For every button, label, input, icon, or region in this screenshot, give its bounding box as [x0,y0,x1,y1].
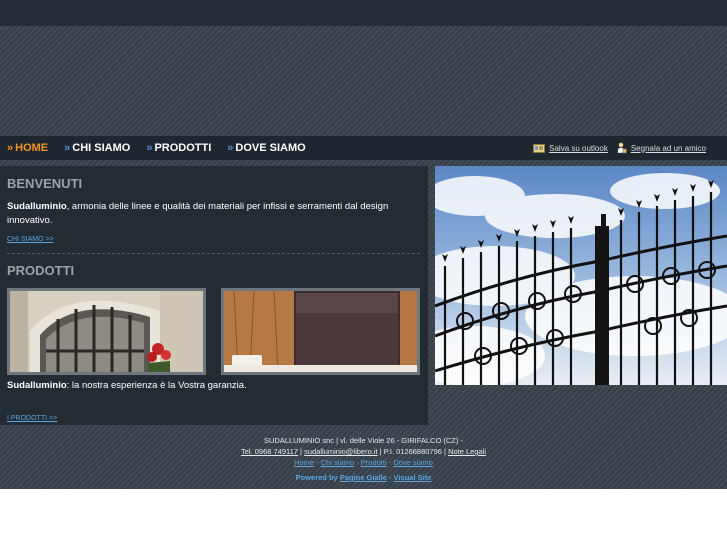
products-heading: PRODOTTI [7,263,75,278]
tell-friend-icon [616,142,627,154]
footer-contacts: Tel. 0968 749117 | sudalluminio@libero.i… [0,446,727,457]
main-navigation: » HOME » CHI SIAMO » PRODOTTI » DOVE SIA… [0,136,727,160]
nav-item-home[interactable]: » HOME [7,142,48,154]
prodotti-link[interactable]: I PRODOTTI >> [7,415,57,422]
nav-arrow-icon: » [64,142,71,154]
window-photo [10,291,203,372]
powered-by: Powered by Pagine Gialle - Visual Site [0,472,727,483]
site-footer: SUDALLUMINIO snc | vl. delle Viole 26 - … [0,432,727,489]
footer-company: SUDALLUMINIO snc | vl. delle Viole 26 - … [264,436,463,445]
top-bar [0,0,727,26]
nav-label: HOME [15,142,49,154]
nav-item-dove-siamo[interactable]: » DOVE SIAMO [227,142,305,154]
footer-link-dove-siamo[interactable]: Dove siamo [393,458,433,467]
chi-siamo-link[interactable]: CHI SIAMO >> [7,236,54,243]
content-panel: BENVENUTI Sudalluminio, armonia delle li… [0,166,428,425]
tell-friend-label: Segnala ad un amico [630,143,706,153]
website-frame: » HOME » CHI SIAMO » PRODOTTI » DOVE SIA… [0,0,727,489]
nav-label: PRODOTTI [154,142,212,154]
nav-arrow-icon: » [146,142,153,154]
visual-site-link[interactable]: Visual Site [394,473,432,482]
welcome-heading: BENVENUTI [7,176,83,191]
save-outlook-link[interactable]: Salva su outlook [533,143,608,153]
nav-label: DOVE SIAMO [235,142,306,154]
nav-item-prodotti[interactable]: » PRODOTTI [146,142,211,154]
footer-phone-link[interactable]: Tel. 0968 749117 [241,447,298,456]
footer-link-separator: - [354,458,361,467]
footer-link-chi-siamo[interactable]: Chi siamo [321,458,354,467]
footer-link-home[interactable]: Home [294,458,314,467]
powered-separator: - [386,473,394,482]
pagine-gialle-link[interactable]: Pagine Gialle [340,473,387,482]
nav-label: CHI SIAMO [72,142,131,154]
nav-arrow-icon: » [7,142,14,154]
footer-links: Home - Chi siamo - Prodotti - Dove siamo [0,457,727,468]
outlook-icon [533,143,546,153]
powered-by-label: Powered by [295,473,338,482]
section-divider [7,253,420,254]
product-image-shutter[interactable] [221,288,420,375]
footer-legal-link[interactable]: Note Legali [448,447,486,456]
save-outlook-label: Salva su outlook [549,143,608,153]
gate-image [435,166,727,385]
nav-menu: » HOME » CHI SIAMO » PRODOTTI » DOVE SIA… [7,136,322,160]
header-banner [0,26,727,136]
gate-photo [435,166,727,385]
nav-arrow-icon: » [227,142,234,154]
header-tools: Salva su outlook Segnala ad un amico [524,136,706,160]
nav-item-chi-siamo[interactable]: » CHI SIAMO [64,142,130,154]
welcome-text: Sudalluminio, armonia delle linee e qual… [7,200,417,228]
product-image-window[interactable] [7,288,206,375]
products-text: Sudalluminio: la nostra esperienza è la … [7,379,417,393]
brand-name: Sudalluminio [7,380,67,391]
products-body: : la nostra esperienza è la Vostra garan… [66,380,247,391]
footer-link-separator: - [314,458,321,467]
footer-link-prodotti[interactable]: Prodotti [361,458,387,467]
footer-vat: | P.I. 01266880796 | [377,447,449,456]
shutter-photo [224,291,417,372]
brand-name: Sudalluminio [7,201,67,212]
tell-friend-link[interactable]: Segnala ad un amico [616,142,706,154]
footer-email-link[interactable]: sudalluminio@libero.it [304,447,377,456]
